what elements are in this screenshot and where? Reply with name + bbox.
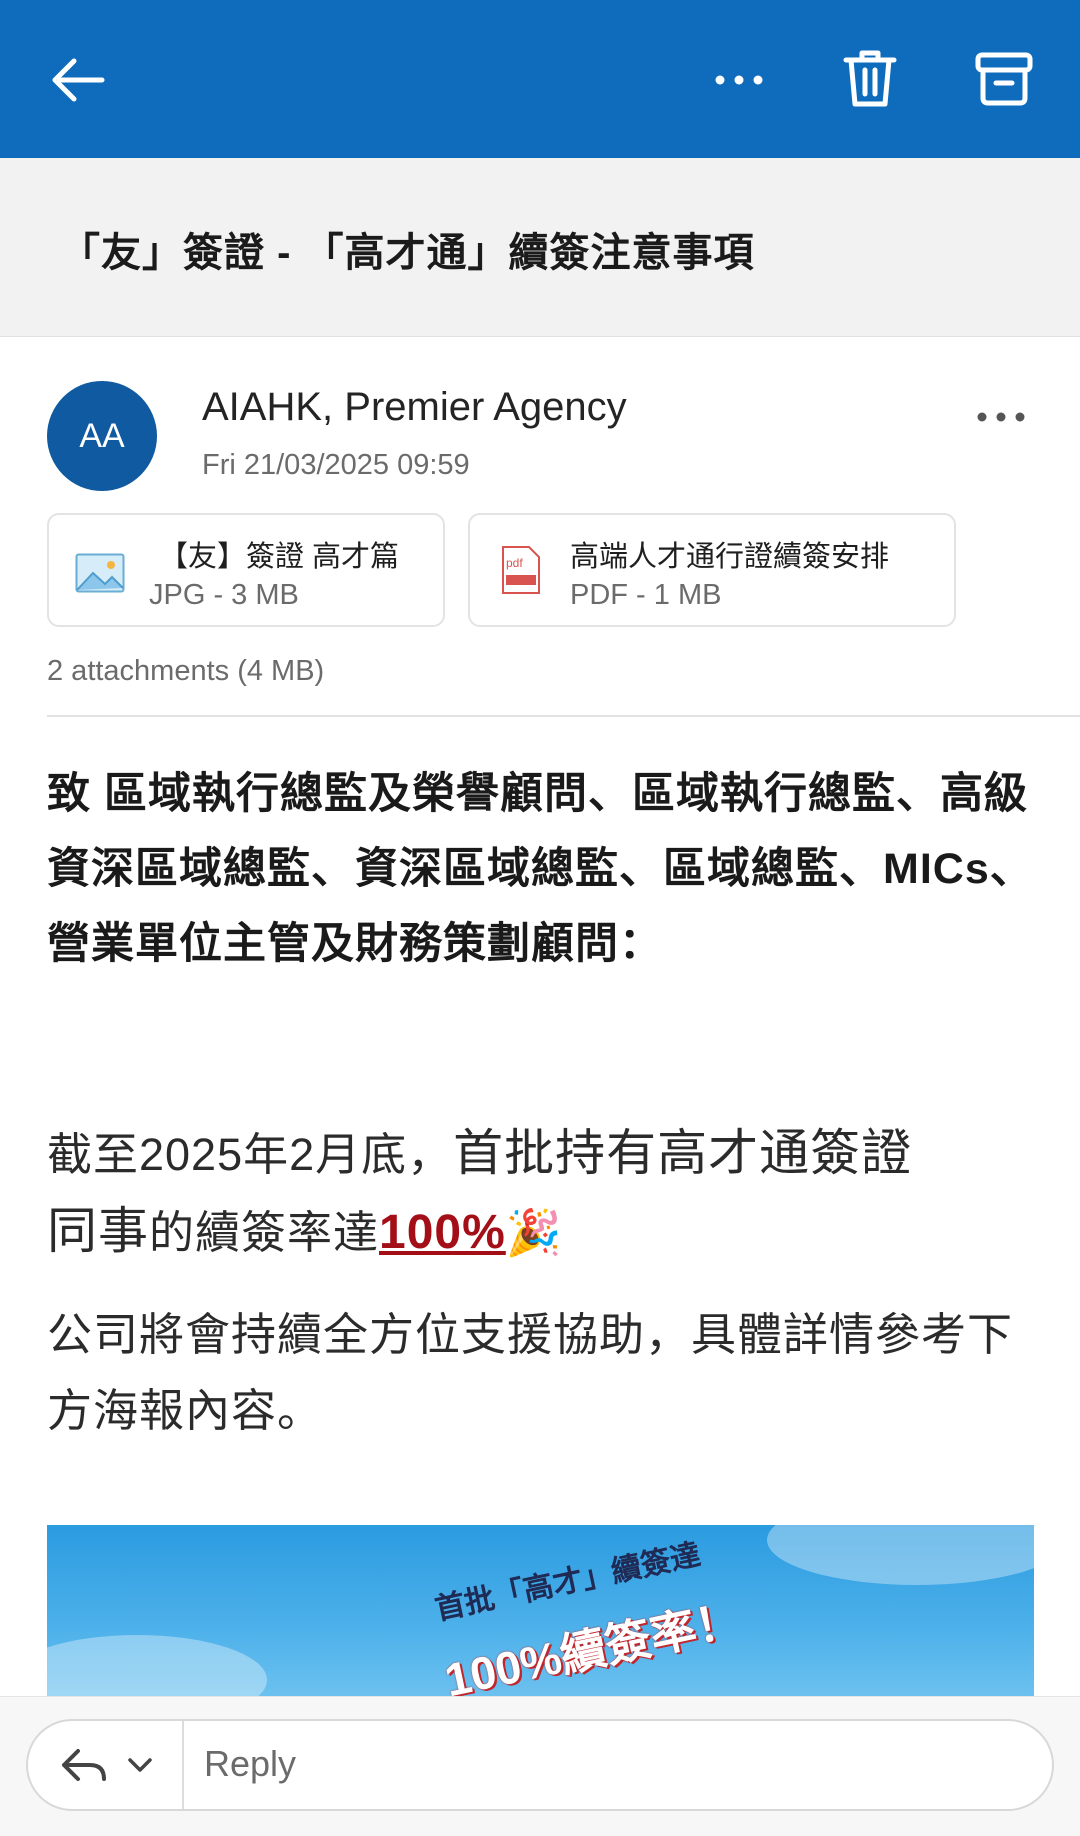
reply-icon[interactable] xyxy=(58,1745,110,1790)
poster-cloud xyxy=(767,1525,1034,1585)
attachment-meta: JPG - 3 MB xyxy=(149,579,299,611)
poster-image[interactable]: 首批「高才」續簽達 100%續簽率！ xyxy=(47,1525,1034,1697)
archive-icon[interactable] xyxy=(973,50,1035,113)
arrow-left-icon[interactable] xyxy=(48,50,108,115)
paragraph-text: 截至2025年2月底， xyxy=(47,1129,454,1180)
divider xyxy=(47,715,1080,717)
image-file-icon xyxy=(75,553,125,598)
renewal-rate-highlight: 100% xyxy=(379,1206,506,1259)
paragraph-text: 的續簽率達 xyxy=(149,1207,380,1258)
attachment-name: 【友】簽證 高才篇 xyxy=(159,541,400,573)
svg-text:pdf: pdf xyxy=(506,556,523,570)
pdf-file-icon: pdf xyxy=(500,545,542,600)
attachment-pdf[interactable]: pdf 高端人才通行證續簽安排 PDF - 1 MB xyxy=(468,513,956,627)
top-app-bar xyxy=(0,0,1080,160)
sender-name[interactable]: AIAHK, Premier Agency xyxy=(202,385,627,430)
poster-cloud xyxy=(47,1635,267,1697)
chevron-down-icon[interactable] xyxy=(126,1755,154,1780)
paragraph-text: 同事 xyxy=(47,1203,149,1259)
trash-icon[interactable] xyxy=(840,48,900,115)
attachment-name: 高端人才通行證續簽安排 xyxy=(570,541,890,573)
ellipsis-icon[interactable] xyxy=(710,62,770,103)
subject-area: 「友」簽證 - 「高才通」續簽注意事項 xyxy=(0,158,1080,336)
attachment-meta: PDF - 1 MB xyxy=(570,579,722,611)
reply-input[interactable]: Reply xyxy=(204,1743,296,1785)
paragraph-renewal-rate: 截至2025年2月底，首批持有高才通簽證 同事的續簽率達100%🎉 xyxy=(47,1115,1047,1271)
email-subject: 「友」簽證 - 「高才通」續簽注意事項 xyxy=(60,231,755,275)
attachments-summary: 2 attachments (4 MB) xyxy=(47,655,325,687)
avatar[interactable]: AA xyxy=(47,381,157,491)
ellipsis-icon[interactable] xyxy=(975,407,1027,432)
message-date: Fri 21/03/2025 09:59 xyxy=(202,449,470,481)
greeting-text: 致 區域執行總監及榮譽顧問、區域執行總監、高級資深區域總監、資深區域總監、區域總… xyxy=(47,770,1034,968)
paragraph-support: 公司將會持續全方位支援協助，具體詳情參考下方海報內容。 xyxy=(47,1309,1014,1436)
attachment-jpg[interactable]: 【友】簽證 高才篇 JPG - 3 MB xyxy=(47,513,445,627)
reply-separator xyxy=(182,1721,184,1809)
reply-box[interactable]: Reply xyxy=(26,1719,1054,1811)
message-card: AA AIAHK, Premier Agency Fri 21/03/2025 … xyxy=(0,336,1080,1697)
party-popper-icon: 🎉 xyxy=(505,1207,563,1258)
reply-bar: Reply xyxy=(0,1696,1080,1836)
paragraph-text: 首批持有高才通簽證 xyxy=(453,1125,913,1181)
